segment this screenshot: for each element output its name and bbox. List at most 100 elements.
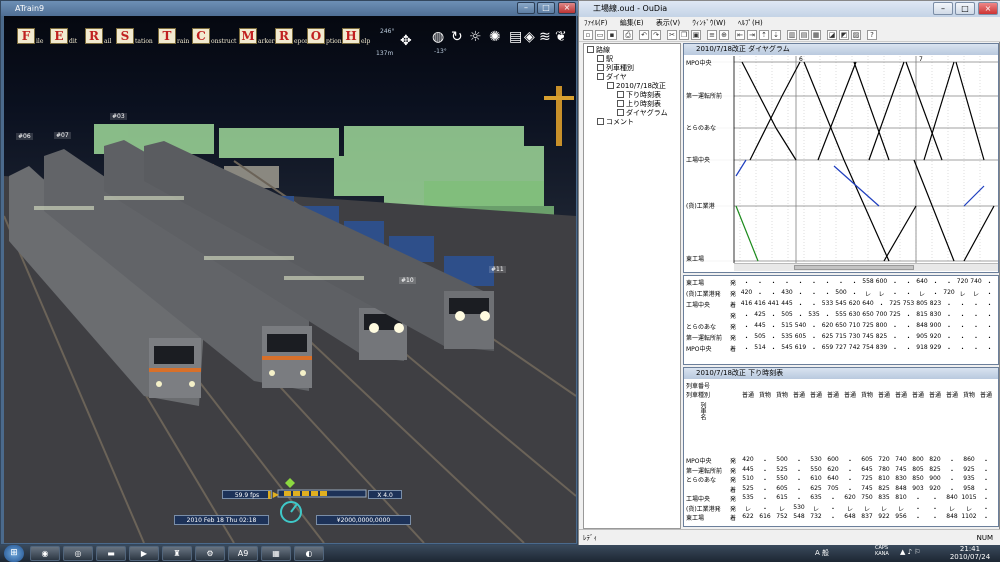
timetable-cell[interactable]: 510 bbox=[740, 475, 756, 482]
timetable-cell[interactable]: 800 bbox=[875, 322, 888, 329]
timetable-cell[interactable]: ・ bbox=[808, 322, 821, 331]
timetable-cell[interactable]: ・ bbox=[794, 289, 807, 298]
layers-icon[interactable]: ≋ bbox=[539, 30, 551, 44]
timetable-cell[interactable]: 905 bbox=[916, 333, 929, 340]
timetable-cell[interactable]: ・ bbox=[821, 289, 834, 298]
timetable-cell[interactable]: 920 bbox=[929, 333, 942, 340]
timetable-cell[interactable]: 505 bbox=[754, 333, 767, 340]
chart-icon[interactable]: ◩ bbox=[839, 30, 849, 40]
timetable-cell[interactable]: ・ bbox=[767, 289, 780, 298]
timetable-cell[interactable]: 1102 bbox=[961, 513, 977, 520]
train-type-cell[interactable]: 普通 bbox=[791, 390, 807, 399]
timetable-cell[interactable]: ・ bbox=[754, 278, 767, 287]
timetable-cell[interactable]: ・ bbox=[902, 333, 915, 342]
timetable-cell[interactable]: レ bbox=[774, 504, 790, 513]
train-type-cell[interactable]: 普通 bbox=[978, 390, 994, 399]
camera-rotate-icon[interactable]: ✥ bbox=[400, 34, 412, 48]
oudia-taskbar-icon[interactable]: ▦ bbox=[261, 546, 291, 561]
cut-icon[interactable]: ✂ bbox=[667, 30, 677, 40]
timetable-cell[interactable]: レ bbox=[916, 289, 929, 298]
timetable-cell[interactable]: ・ bbox=[944, 466, 960, 475]
timetable-cell[interactable]: 625 bbox=[821, 333, 834, 340]
timetable-cell[interactable]: 430 bbox=[781, 289, 794, 296]
atrain-taskbar-icon[interactable]: A9 bbox=[228, 546, 258, 561]
timetable-cell[interactable]: 514 bbox=[754, 344, 767, 351]
timetable-cell[interactable]: ・ bbox=[781, 278, 794, 287]
timetable-cell[interactable]: ・ bbox=[740, 322, 753, 331]
timetable-cell[interactable]: 725 bbox=[889, 300, 902, 307]
move-down-icon[interactable]: ⇣ bbox=[771, 30, 781, 40]
timetable-cell[interactable]: 740 bbox=[893, 456, 909, 463]
timetable-cell[interactable]: 745 bbox=[859, 485, 875, 492]
train-type-cell[interactable]: 普通 bbox=[876, 390, 892, 399]
leaf-icon[interactable]: ❦ bbox=[555, 30, 567, 44]
timetable-cell[interactable]: ・ bbox=[875, 300, 888, 309]
app-icon[interactable]: ◐ bbox=[294, 546, 324, 561]
minimize-button[interactable]: – bbox=[517, 2, 535, 14]
timetable-cell[interactable]: 620 bbox=[848, 300, 861, 307]
timetable-cell[interactable]: 545 bbox=[781, 344, 794, 351]
diagram-graph[interactable] bbox=[684, 56, 998, 263]
copy-icon[interactable]: ❐ bbox=[679, 30, 689, 40]
timetable-cell[interactable]: レ bbox=[961, 504, 977, 513]
timetable-cell[interactable]: 645 bbox=[859, 466, 875, 473]
timetable-cell[interactable]: 420 bbox=[740, 456, 756, 463]
paste-icon[interactable]: ▣ bbox=[691, 30, 701, 40]
refresh-icon[interactable]: ↻ bbox=[451, 30, 463, 44]
timetable-cell[interactable]: 732 bbox=[808, 513, 824, 520]
timetable-cell[interactable]: 752 bbox=[774, 513, 790, 520]
timetable-cell[interactable]: 605 bbox=[774, 485, 790, 492]
timetable-cell[interactable]: 530 bbox=[808, 456, 824, 463]
timetable-cell[interactable]: 715 bbox=[835, 333, 848, 340]
timetable-cell[interactable]: 600 bbox=[825, 456, 841, 463]
train-type-cell[interactable]: 普通 bbox=[927, 390, 943, 399]
timetable-cell[interactable]: レ bbox=[956, 289, 969, 298]
timetable-cell[interactable]: ・ bbox=[757, 494, 773, 503]
train-type-cell[interactable]: 普通 bbox=[808, 390, 824, 399]
speed-readout[interactable]: X 4.0 bbox=[368, 490, 402, 499]
zoom-icon[interactable]: ⊕ bbox=[719, 30, 729, 40]
timetable-cell[interactable]: ・ bbox=[902, 289, 915, 298]
timetable-cell[interactable]: ・ bbox=[842, 485, 858, 494]
timetable-cell[interactable]: ・ bbox=[791, 456, 807, 465]
timetable-cell[interactable]: ・ bbox=[767, 311, 780, 320]
tree-item-train-type[interactable]: 列車種別 bbox=[597, 64, 634, 73]
cube-icon[interactable]: ◈ bbox=[524, 30, 535, 44]
timetable-cell[interactable]: ・ bbox=[791, 494, 807, 503]
menu-edit[interactable]: E bbox=[50, 28, 68, 44]
timetable-cell[interactable]: ・ bbox=[825, 513, 841, 522]
timetable-cell[interactable]: 958 bbox=[961, 485, 977, 492]
timetable-cell[interactable]: ・ bbox=[808, 300, 821, 309]
train-tag[interactable]: #06 bbox=[16, 133, 33, 140]
timetable-cell[interactable]: ・ bbox=[757, 504, 773, 513]
timetable-cell[interactable]: ・ bbox=[791, 485, 807, 494]
tree-item-comment[interactable]: コメント bbox=[597, 118, 634, 127]
timetable-cell[interactable]: 530 bbox=[791, 504, 807, 511]
timetable-cell[interactable]: ・ bbox=[978, 485, 994, 494]
timetable-cell[interactable]: ・ bbox=[808, 333, 821, 342]
timetable-cell[interactable]: 860 bbox=[961, 456, 977, 463]
timetable-cell[interactable]: 754 bbox=[862, 344, 875, 351]
timetable-cell[interactable]: レ bbox=[944, 504, 960, 513]
timetable-cell[interactable]: ・ bbox=[943, 322, 956, 331]
open-file-icon[interactable]: ▭ bbox=[595, 30, 605, 40]
timetable-cell[interactable]: 659 bbox=[821, 344, 834, 351]
save-icon[interactable]: ▪ bbox=[607, 30, 617, 40]
timetable-cell[interactable]: ・ bbox=[825, 504, 841, 513]
train-type-cell[interactable]: 貨物 bbox=[774, 390, 790, 399]
menu-report[interactable]: R bbox=[275, 28, 293, 44]
timetable-cell[interactable]: ・ bbox=[956, 333, 969, 342]
timetable-cell[interactable]: 605 bbox=[794, 333, 807, 340]
diagram-icon[interactable]: ◪ bbox=[827, 30, 837, 40]
timetable-cell[interactable]: ・ bbox=[791, 475, 807, 484]
timetable-cell[interactable]: 640 bbox=[916, 278, 929, 285]
media-player-icon[interactable]: ▶ bbox=[129, 546, 159, 561]
timetable-cell[interactable]: 825 bbox=[927, 466, 943, 473]
timetable-cell[interactable]: ・ bbox=[889, 344, 902, 353]
timetable-cell[interactable]: 839 bbox=[875, 344, 888, 351]
timetable-cell[interactable]: ・ bbox=[943, 300, 956, 309]
train-tag[interactable]: #11 bbox=[489, 266, 506, 273]
timetable-cell[interactable]: ・ bbox=[754, 289, 767, 298]
app-icon[interactable]: ⚙ bbox=[195, 546, 225, 561]
timetable-cell[interactable]: 805 bbox=[910, 466, 926, 473]
